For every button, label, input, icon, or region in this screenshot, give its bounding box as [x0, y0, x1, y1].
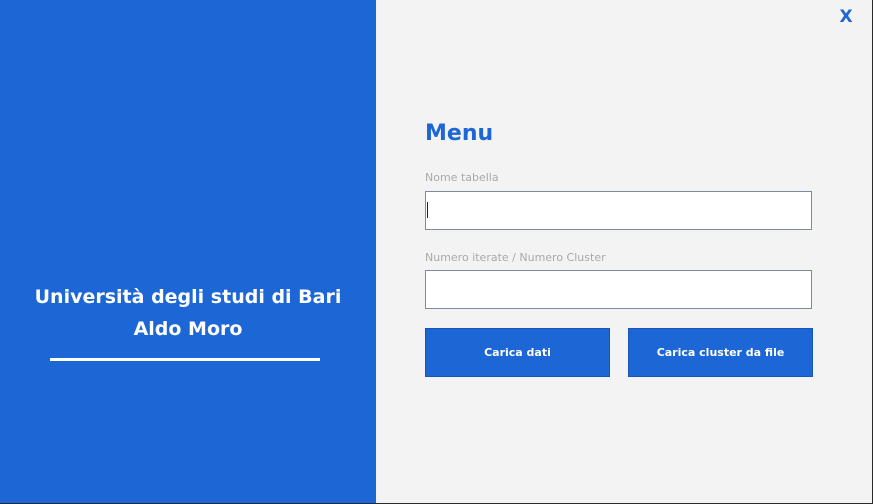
iterations-clusters-input[interactable] — [425, 270, 812, 309]
university-name-line2: Aldo Moro — [133, 318, 243, 340]
iterations-clusters-label: Numero iterate / Numero Cluster — [425, 251, 606, 264]
university-name-line1: Università degli studi di Bari — [34, 286, 342, 308]
menu-title: Menu — [425, 121, 494, 146]
text-cursor — [427, 202, 428, 218]
brand-panel: Università degli studi di Bari Aldo Moro — [0, 0, 376, 503]
table-name-label: Nome tabella — [425, 171, 499, 184]
table-name-input[interactable] — [425, 191, 812, 230]
brand-underline — [50, 358, 320, 361]
close-button[interactable]: X — [836, 6, 856, 28]
app-window: Università degli studi di Bari Aldo Moro… — [0, 0, 873, 504]
load-data-button[interactable]: Carica dati — [425, 328, 610, 377]
load-clusters-from-file-button[interactable]: Carica cluster da file — [628, 328, 813, 377]
